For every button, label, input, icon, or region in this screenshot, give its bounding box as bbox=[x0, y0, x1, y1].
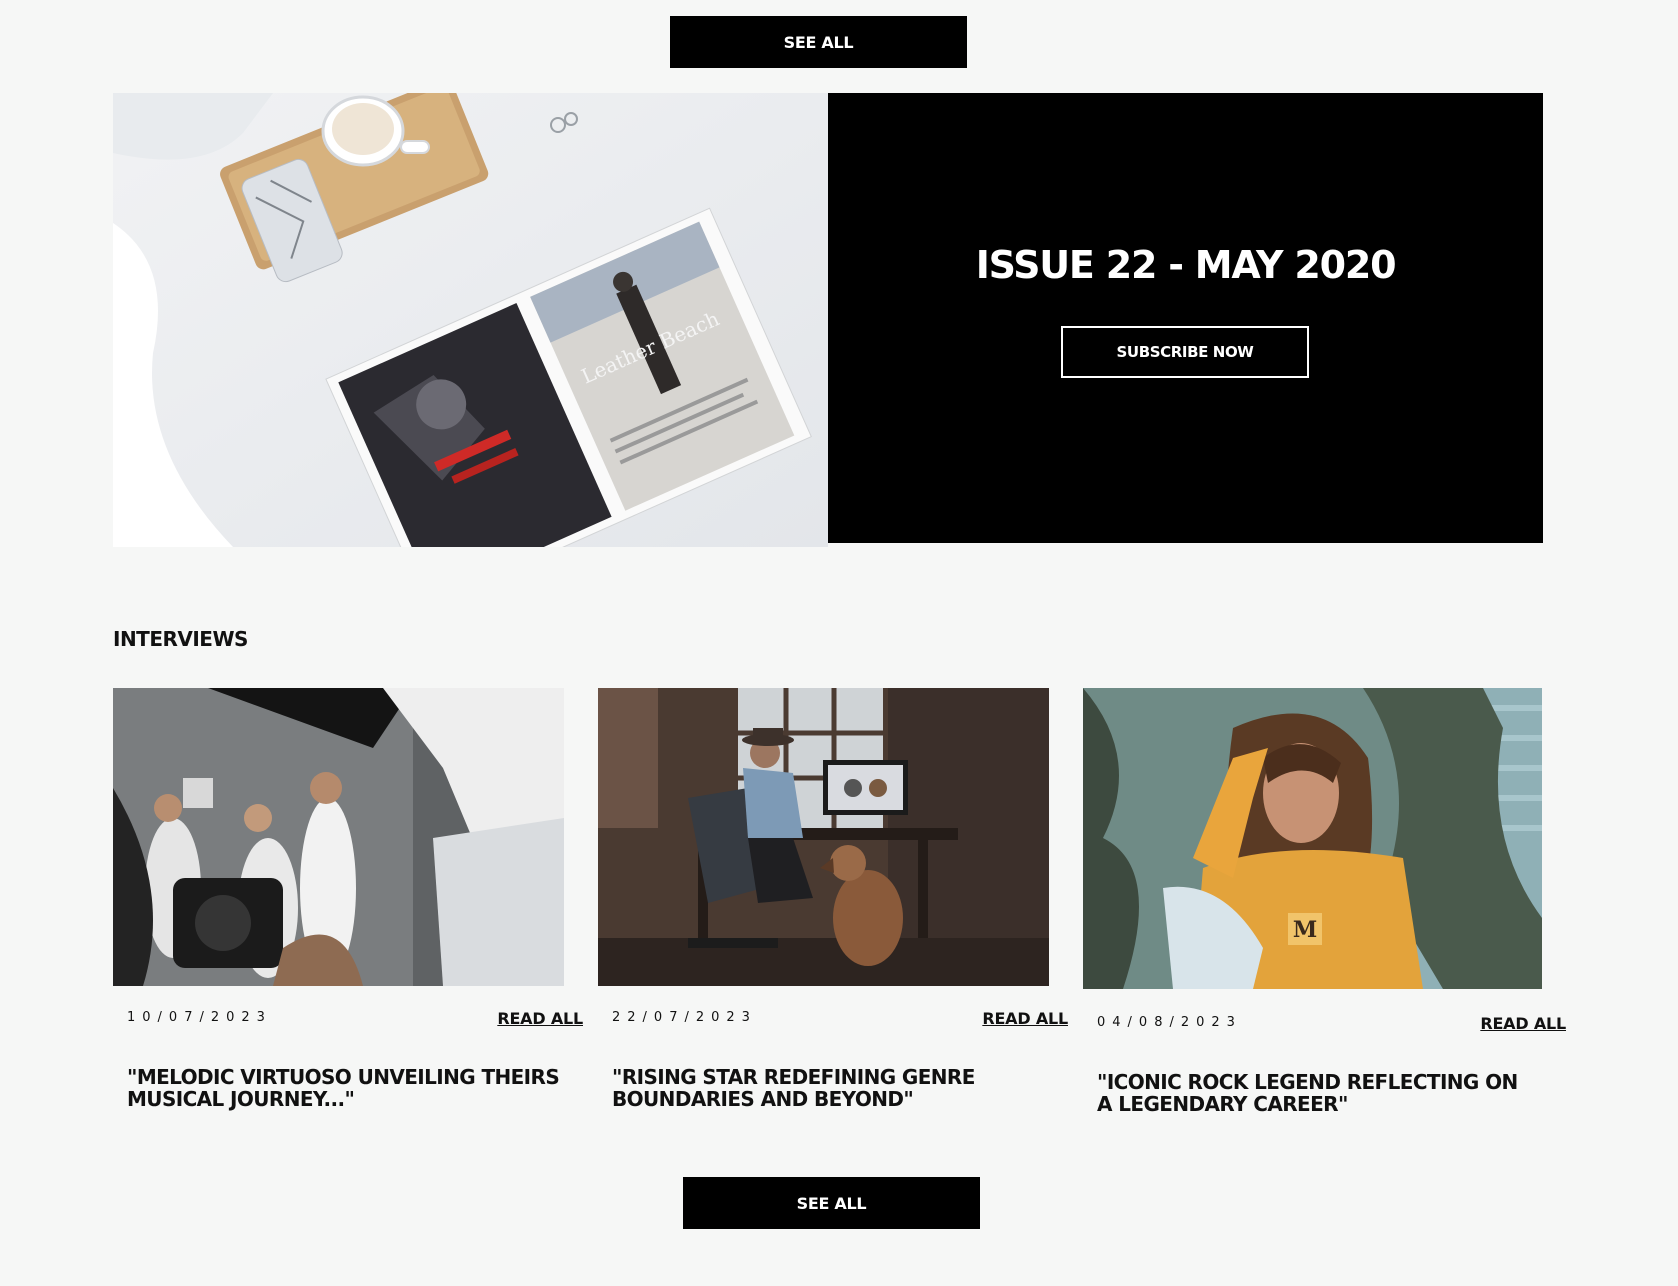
read-all-link[interactable]: READ ALL bbox=[497, 1009, 583, 1028]
see-all-button-top[interactable]: SEE ALL bbox=[670, 16, 967, 68]
see-all-button-bottom[interactable]: SEE ALL bbox=[683, 1177, 980, 1229]
interview-image-portrait[interactable]: M bbox=[1083, 688, 1542, 989]
interview-headline[interactable]: "RISING STAR REDEFINING GENRE BOUNDARIES… bbox=[612, 1066, 1052, 1110]
interview-headline[interactable]: "ICONIC ROCK LEGEND REFLECTING ON A LEGE… bbox=[1097, 1071, 1537, 1115]
hero-magazine-image: Leather Beach bbox=[113, 93, 828, 547]
issue-title: ISSUE 22 - MAY 2020 bbox=[975, 243, 1397, 287]
interview-headline[interactable]: "MELODIC VIRTUOSO UNVEILING THEIRS MUSIC… bbox=[127, 1066, 567, 1110]
svg-text:M: M bbox=[1293, 917, 1317, 943]
interview-image-studio[interactable] bbox=[598, 688, 1049, 986]
issue-panel: ISSUE 22 - MAY 2020 SUBSCRIBE NOW bbox=[828, 93, 1543, 543]
read-all-link[interactable]: READ ALL bbox=[982, 1009, 1068, 1028]
section-title-interviews: INTERVIEWS bbox=[113, 627, 248, 651]
interview-date: 22/07/2023 bbox=[612, 1010, 757, 1025]
interview-date: 10/07/2023 bbox=[127, 1010, 272, 1025]
interview-date: 04/08/2023 bbox=[1097, 1015, 1242, 1030]
subscribe-now-button[interactable]: SUBSCRIBE NOW bbox=[1061, 326, 1309, 378]
read-all-link[interactable]: READ ALL bbox=[1480, 1014, 1566, 1033]
interview-image-photoshoot[interactable] bbox=[113, 688, 564, 986]
